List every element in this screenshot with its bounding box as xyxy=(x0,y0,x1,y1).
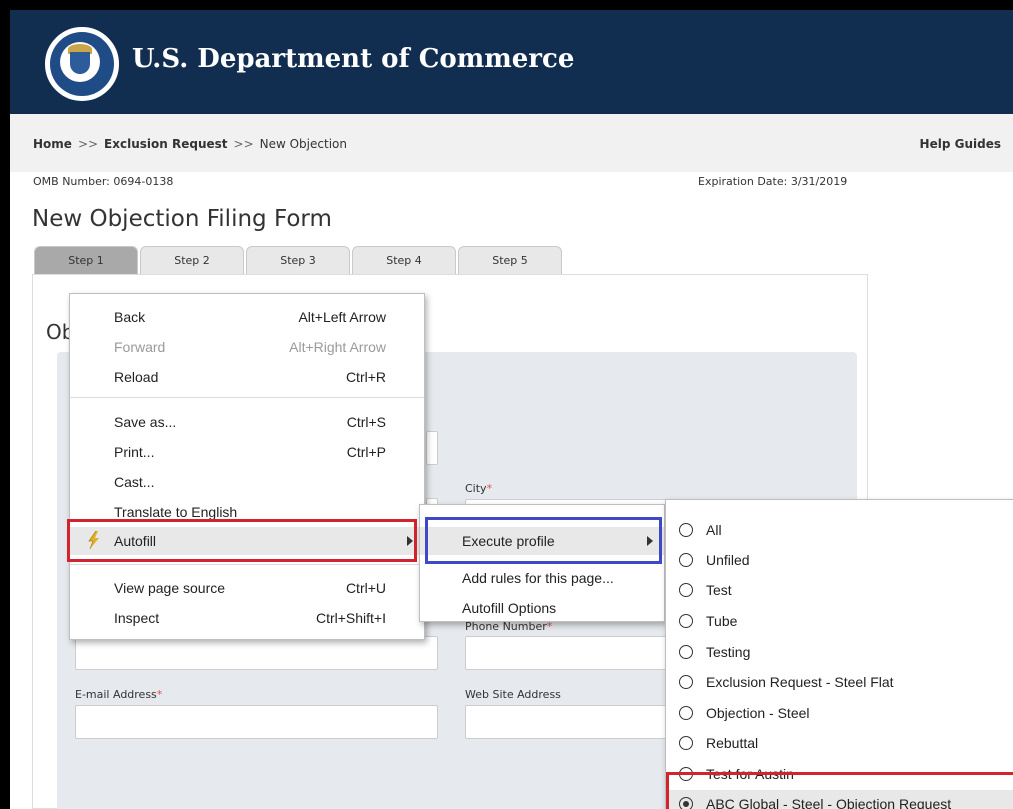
execute-profile-highlight-box xyxy=(425,517,662,564)
phone-field[interactable] xyxy=(465,636,675,670)
breadcrumb-bar: Home >> Exclusion Request >> New Objection H… xyxy=(10,114,1013,172)
menu-item-view-source[interactable]: View page source Ctrl+U xyxy=(70,575,424,601)
breadcrumb-home-link[interactable]: Home xyxy=(33,137,72,151)
address-field[interactable] xyxy=(426,431,438,465)
breadcrumb-exclusion-link[interactable]: Exclusion Request xyxy=(104,137,227,151)
tab-step-4[interactable]: Step 4 xyxy=(352,246,456,274)
menu-item-autofill-options[interactable]: Autofill Options xyxy=(420,595,664,621)
menu-item-save-as[interactable]: Save as... Ctrl+S xyxy=(70,409,424,435)
menu-item-reload[interactable]: Reload Ctrl+R xyxy=(70,364,424,390)
profile-option[interactable]: Testing xyxy=(666,638,1013,668)
radio-button xyxy=(679,706,693,720)
tab-step-5[interactable]: Step 5 xyxy=(458,246,562,274)
tab-step-2[interactable]: Step 2 xyxy=(140,246,244,274)
profile-option[interactable]: Test xyxy=(666,576,1013,606)
tab-step-3[interactable]: Step 3 xyxy=(246,246,350,274)
email-label: E-mail Address* xyxy=(75,688,163,701)
tab-step-1[interactable]: Step 1 xyxy=(34,246,138,274)
menu-item-back[interactable]: Back Alt+Left Arrow xyxy=(70,304,424,330)
breadcrumb: Home >> Exclusion Request >> New Objection xyxy=(33,137,347,151)
profiles-submenu: All Unfiled Test Tube Testing Exclusion … xyxy=(665,499,1013,809)
help-guides-link[interactable]: Help Guides xyxy=(920,137,1001,151)
profile-option[interactable]: All xyxy=(666,516,1013,546)
radio-button xyxy=(679,614,693,628)
radio-button xyxy=(679,736,693,750)
city-label: City* xyxy=(465,482,493,495)
radio-button xyxy=(679,645,693,659)
radio-button xyxy=(679,583,693,597)
menu-divider xyxy=(70,564,424,565)
radio-button xyxy=(679,523,693,537)
profile-option[interactable]: Unfiled xyxy=(666,546,1013,576)
page-title: New Objection Filing Form xyxy=(32,206,332,232)
breadcrumb-current: New Objection xyxy=(259,137,347,151)
menu-item-add-rules[interactable]: Add rules for this page... xyxy=(420,565,664,591)
site-title[interactable]: U.S. Department of Commerce xyxy=(132,44,574,74)
menu-item-print[interactable]: Print... Ctrl+P xyxy=(70,439,424,465)
profile-option[interactable]: Exclusion Request - Steel Flat xyxy=(666,668,1013,698)
selected-profile-highlight-box xyxy=(666,772,1013,809)
site-header: U.S. Department of Commerce xyxy=(10,10,1013,114)
contact-name-field[interactable] xyxy=(75,636,438,670)
commerce-seal-icon[interactable] xyxy=(45,27,119,101)
breadcrumb-separator: >> xyxy=(77,137,99,151)
website-label: Web Site Address xyxy=(465,688,561,701)
expiration-date: Expiration Date: 3/31/2019 xyxy=(698,175,848,188)
menu-item-forward: Forward Alt+Right Arrow xyxy=(114,339,386,355)
omb-number: OMB Number: 0694-0138 xyxy=(33,175,174,188)
profile-option[interactable]: Tube xyxy=(666,607,1013,637)
context-menu: Back Alt+Left Arrow Forward Alt+Right Arro… xyxy=(69,293,425,640)
email-field[interactable] xyxy=(75,705,438,739)
radio-button xyxy=(679,675,693,689)
profile-option[interactable]: Rebuttal xyxy=(666,729,1013,759)
radio-button xyxy=(679,553,693,567)
autofill-highlight-box xyxy=(67,519,417,562)
menu-divider xyxy=(70,397,424,398)
menu-item-cast[interactable]: Cast... xyxy=(70,469,424,495)
breadcrumb-separator: >> xyxy=(233,137,254,151)
browser-page: U.S. Department of Commerce Home >> Exclus… xyxy=(10,10,1013,809)
website-field[interactable] xyxy=(465,705,675,739)
profile-option[interactable]: Objection - Steel xyxy=(666,699,1013,729)
menu-item-inspect[interactable]: Inspect Ctrl+Shift+I xyxy=(70,605,424,631)
